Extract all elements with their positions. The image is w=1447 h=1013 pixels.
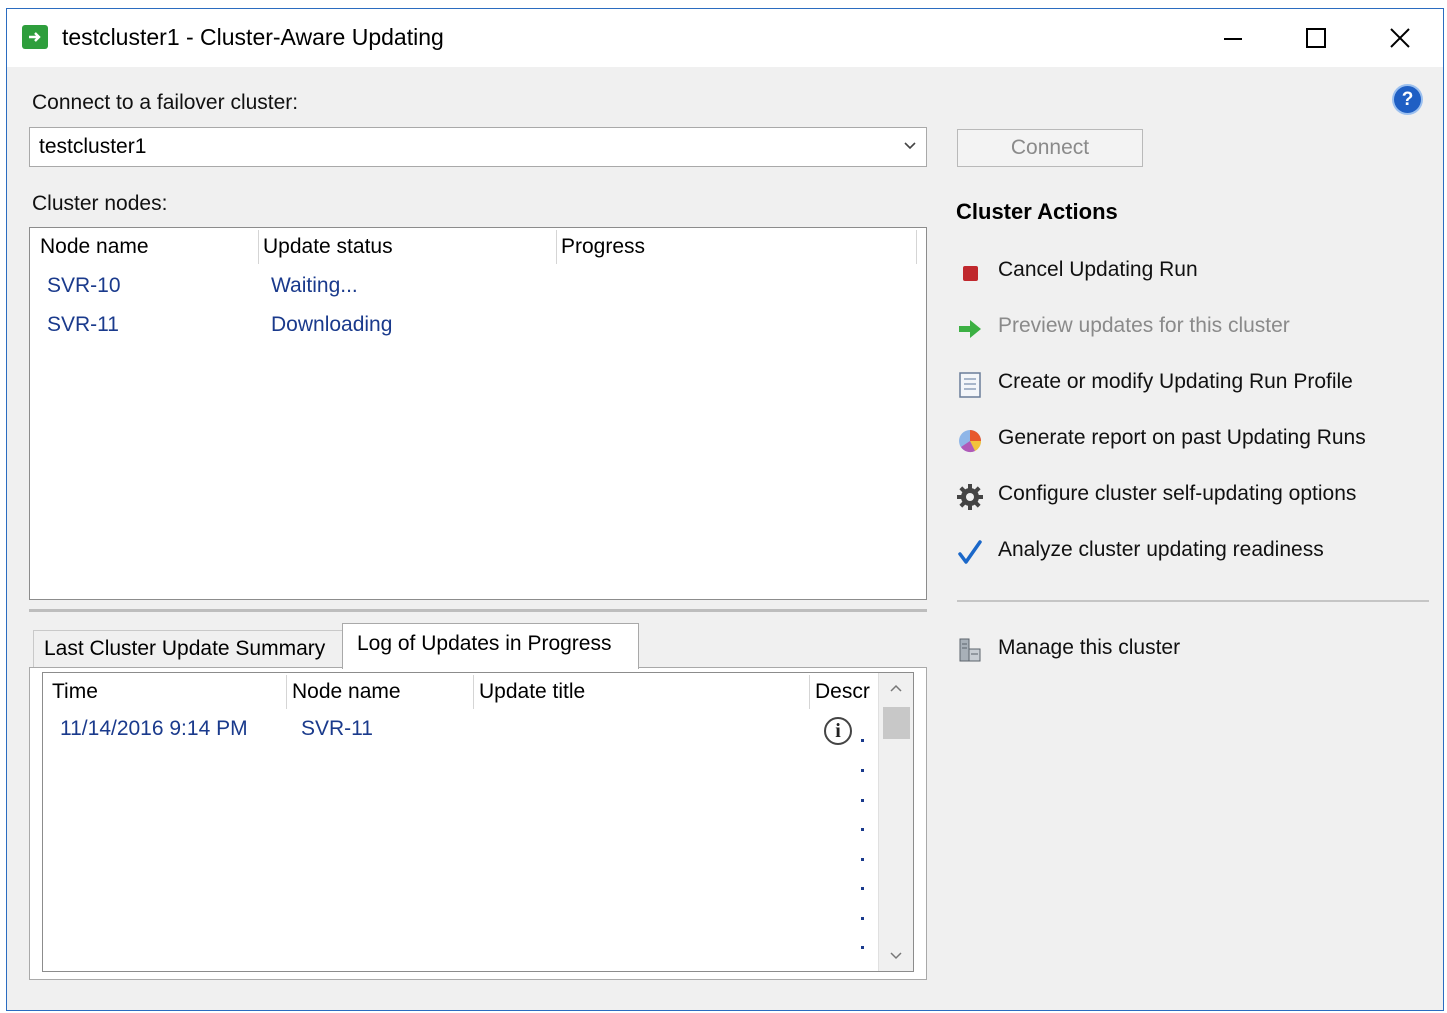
action-label: Manage this cluster [998,636,1181,659]
row-marker [861,828,864,831]
help-icon[interactable]: ? [1394,86,1421,113]
row-marker [861,799,864,802]
maximize-button[interactable] [1275,9,1357,67]
column-header-update-status[interactable]: Update status [263,228,393,266]
column-divider[interactable] [916,230,917,264]
document-icon [959,372,981,398]
tab-log-of-updates-in-progress[interactable]: Log of Updates in Progress [342,623,639,669]
generate-report-action[interactable]: Generate report on past Updating Runs [956,420,1426,458]
cluster-update-app-icon [22,25,48,49]
cluster-nodes-label: Cluster nodes: [32,192,168,215]
action-label: Generate report on past Updating Runs [998,426,1366,449]
connect-button[interactable]: Connect [957,129,1143,167]
column-header-time[interactable]: Time [52,673,98,711]
report-chart-icon [959,430,982,453]
row-marker [861,769,864,772]
maximize-icon [1306,28,1326,48]
node-name-cell: SVR-11 [47,313,119,336]
panel-splitter[interactable] [29,609,927,612]
chevron-down-icon[interactable] [904,141,916,151]
column-divider[interactable] [556,230,557,264]
row-marker [861,887,864,890]
update-status-cell: Downloading [271,313,393,336]
scrollbar-thumb[interactable] [883,707,910,739]
scroll-down-icon[interactable] [889,951,903,961]
close-button[interactable] [1359,9,1441,67]
row-marker [861,739,864,742]
action-label: Configure cluster self-updating options [998,482,1357,505]
action-label: Analyze cluster updating readiness [998,538,1324,561]
column-header-progress[interactable]: Progress [561,228,645,266]
action-label: Preview updates for this cluster [998,314,1290,337]
row-marker [861,946,864,949]
row-marker [861,858,864,861]
cluster-select[interactable]: testcluster1 [29,127,927,167]
update-log-list[interactable]: Time Node name Update title Descr 11/14/… [42,672,914,972]
action-label: Cancel Updating Run [998,258,1198,281]
manage-cluster-action[interactable]: Manage this cluster [956,630,1426,668]
cluster-select-value: testcluster1 [39,135,147,158]
column-divider[interactable] [809,675,810,709]
stop-icon [963,266,978,281]
configure-self-updating-action[interactable]: Configure cluster self-updating options [956,476,1426,514]
close-icon [1390,28,1410,48]
minimize-icon [1224,38,1242,40]
log-time-cell: 11/14/2016 9:14 PM [60,717,248,740]
create-modify-profile-action[interactable]: Create or modify Updating Run Profile [956,364,1426,402]
column-divider[interactable] [258,230,259,264]
action-label: Create or modify Updating Run Profile [998,370,1353,393]
column-header-node-name[interactable]: Node name [40,228,149,266]
row-marker [861,917,864,920]
gear-icon [957,484,983,510]
column-header-node-name[interactable]: Node name [292,673,401,711]
log-tab-panel: Time Node name Update title Descr 11/14/… [29,667,927,980]
log-node-cell: SVR-11 [301,717,373,740]
cau-window: testcluster1 - Cluster-Aware Updating ? … [6,8,1444,1011]
actions-divider [957,600,1429,602]
minimize-button[interactable] [1192,9,1274,67]
node-name-cell: SVR-10 [47,274,121,297]
title-bar: testcluster1 - Cluster-Aware Updating [7,9,1443,67]
window-title: testcluster1 - Cluster-Aware Updating [62,24,444,50]
connect-label: Connect to a failover cluster: [32,91,299,114]
server-manager-icon [959,638,981,662]
vertical-scrollbar[interactable] [878,673,913,971]
info-icon[interactable]: i [824,717,852,745]
cluster-actions-title: Cluster Actions [956,199,1118,224]
checkmark-icon [958,540,982,564]
column-divider[interactable] [473,675,474,709]
update-status-cell: Waiting... [271,274,358,297]
cluster-nodes-list[interactable]: Node name Update status Progress SVR-10 … [29,227,927,600]
tab-last-cluster-update-summary[interactable]: Last Cluster Update Summary [33,630,343,668]
arrow-right-icon [959,320,981,338]
analyze-readiness-action[interactable]: Analyze cluster updating readiness [956,532,1426,570]
preview-updates-action[interactable]: Preview updates for this cluster [956,308,1426,346]
column-divider[interactable] [286,675,287,709]
scroll-up-icon[interactable] [889,683,903,693]
column-header-description[interactable]: Descr [815,673,870,711]
column-header-update-title[interactable]: Update title [479,673,585,711]
cancel-updating-run-action[interactable]: Cancel Updating Run [956,252,1426,290]
